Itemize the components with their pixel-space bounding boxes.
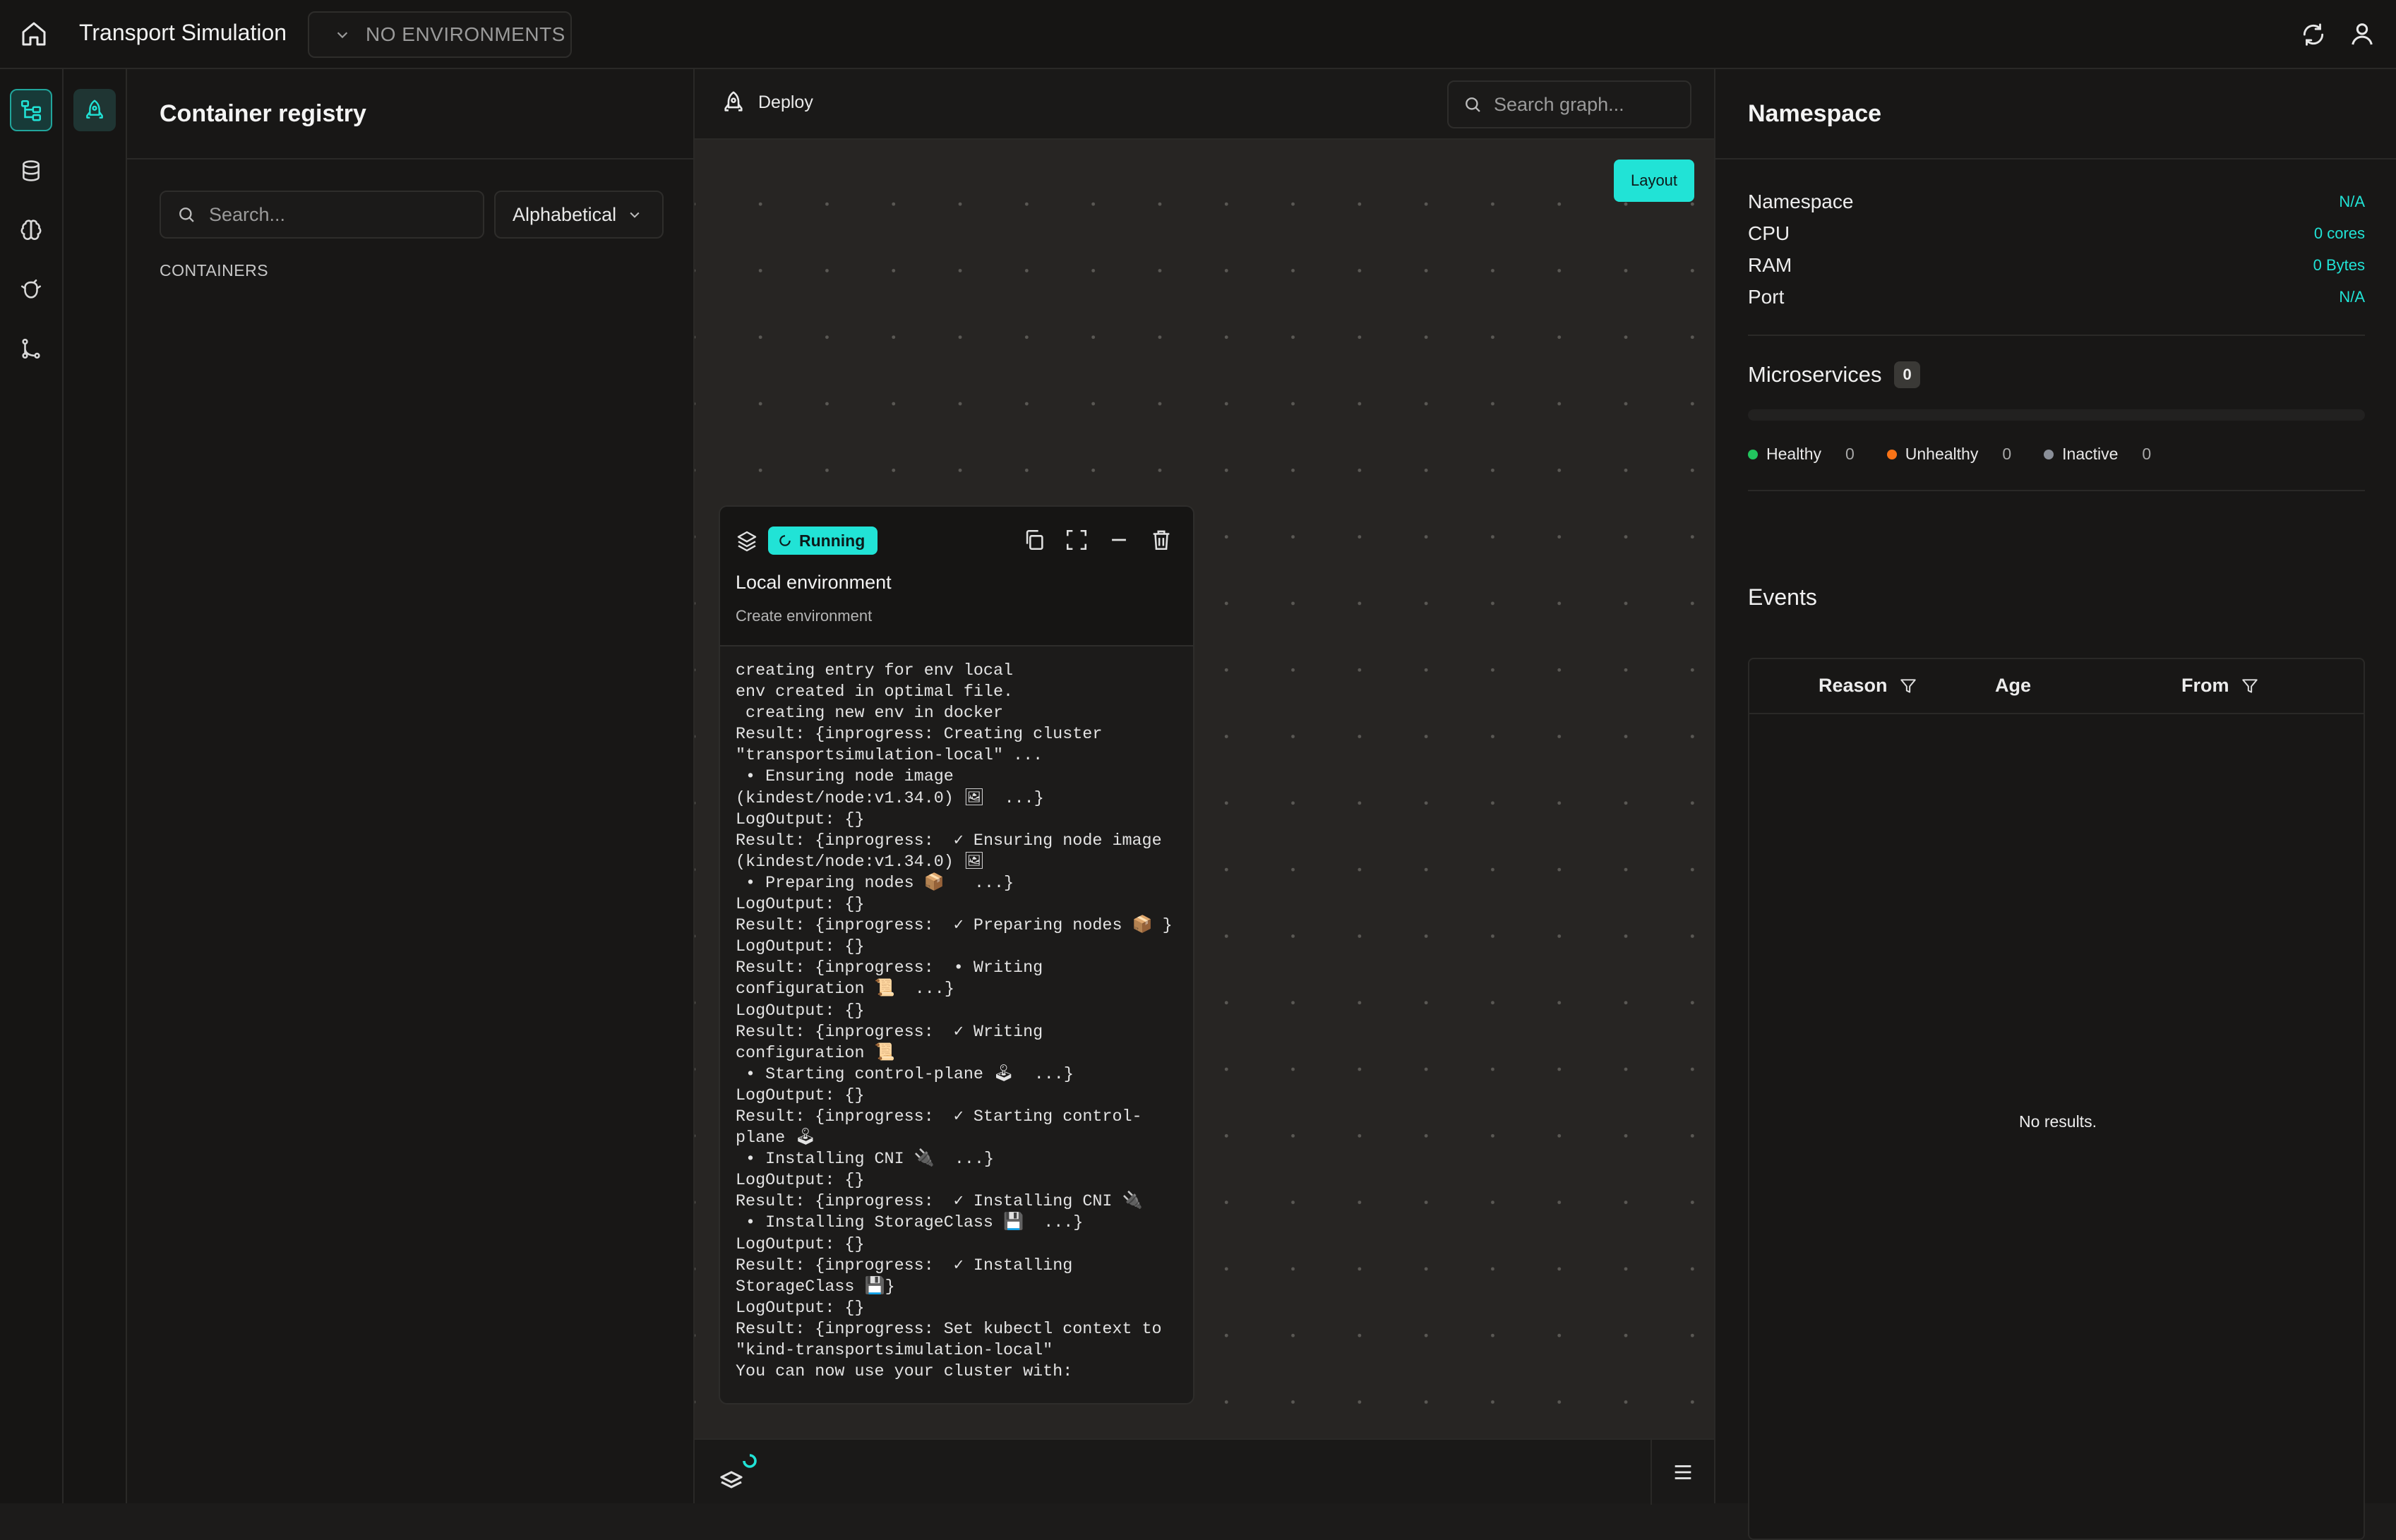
events-table: Reason Age From No results. — [1748, 658, 2365, 1540]
graph-search-placeholder: Search graph... — [1494, 93, 1624, 115]
legend-count: 0 — [2002, 445, 2012, 463]
refresh-icon[interactable] — [2300, 21, 2327, 48]
minimize-icon[interactable] — [1107, 528, 1131, 552]
status-badge: Running — [768, 527, 878, 555]
ram-field-row: RAM 0 Bytes — [1748, 254, 2365, 277]
rocket-icon[interactable] — [73, 89, 116, 131]
field-label: Namespace — [1748, 191, 1854, 212]
bug-icon[interactable] — [10, 268, 52, 311]
copy-icon[interactable] — [1022, 528, 1046, 552]
field-value: N/A — [2339, 193, 2365, 210]
microservices-legend: Healthy 0 Unhealthy 0 Inactive 0 — [1748, 445, 2151, 464]
filter-icon[interactable] — [2241, 677, 2259, 695]
legend-healthy: Healthy 0 — [1748, 445, 1855, 464]
cpu-field-row: CPU 0 cores — [1748, 222, 2365, 245]
secondary-rail — [64, 69, 127, 1503]
column-header-from[interactable]: From — [2181, 675, 2259, 697]
home-icon[interactable] — [20, 20, 48, 48]
search-icon — [1463, 95, 1482, 114]
divider — [1748, 490, 2365, 491]
database-icon[interactable] — [10, 150, 52, 192]
search-icon — [176, 205, 196, 224]
chevron-down-icon — [628, 207, 642, 222]
registry-search-placeholder: Search... — [209, 203, 286, 225]
environment-log-output: creating entry for env local env created… — [736, 662, 1173, 1382]
field-value: N/A — [2339, 288, 2365, 306]
menu-icon[interactable] — [1651, 1440, 1714, 1505]
environment-card-header: Running Local environment Create environ… — [720, 507, 1193, 646]
unhealthy-dot-icon — [1886, 449, 1897, 459]
microservices-title: Microservices — [1748, 362, 1882, 387]
microservices-count-badge: 0 — [1894, 361, 1920, 388]
graph-bottom-bar — [695, 1438, 1714, 1505]
namespace-panel: Namespace Namespace N/A CPU 0 cores RAM … — [1714, 69, 2396, 1540]
legend-inactive: Inactive 0 — [2044, 445, 2151, 464]
environment-selector[interactable]: NO ENVIRONMENTS — [308, 11, 572, 58]
git-branch-icon[interactable] — [10, 327, 52, 370]
events-title: Events — [1748, 584, 1817, 610]
graph-view-icon[interactable] — [10, 89, 52, 131]
legend-unhealthy: Unhealthy 0 — [1886, 445, 2012, 464]
column-header-reason[interactable]: Reason — [1819, 675, 1917, 697]
top-bar: Transport Simulation NO ENVIRONMENTS — [0, 0, 2396, 69]
legend-label: Inactive — [2062, 445, 2119, 463]
namespace-field-row: Namespace N/A — [1748, 191, 2365, 213]
field-value: 0 cores — [2313, 224, 2365, 242]
field-label: CPU — [1748, 222, 1790, 244]
column-label: From — [2181, 675, 2229, 696]
environment-card[interactable]: Running Local environment Create environ… — [719, 505, 1194, 1404]
registry-title: Container registry — [127, 69, 693, 160]
icon-rail — [0, 69, 64, 1503]
spinner-icon — [778, 534, 792, 548]
divider — [1748, 335, 2365, 336]
fullscreen-icon[interactable] — [1065, 528, 1089, 552]
filter-icon[interactable] — [1899, 677, 1917, 695]
inactive-dot-icon — [2044, 449, 2054, 459]
trash-icon[interactable] — [1149, 528, 1173, 552]
column-label: Age — [1995, 675, 2032, 696]
registry-search-input[interactable]: Search... — [160, 191, 484, 239]
status-badge-label: Running — [799, 531, 865, 550]
sort-select[interactable]: Alphabetical — [494, 191, 664, 239]
column-header-age[interactable]: Age — [1995, 675, 2031, 697]
layout-button[interactable]: Layout — [1614, 160, 1694, 202]
legend-count: 0 — [1845, 445, 1855, 463]
graph-toolbar: Deploy Search graph... — [695, 69, 1714, 140]
healthy-dot-icon — [1748, 449, 1758, 459]
column-label: Reason — [1819, 675, 1888, 696]
legend-label: Healthy — [1766, 445, 1821, 463]
empty-state-text: No results. — [2019, 1112, 2097, 1131]
environment-selector-label: NO ENVIRONMENTS — [366, 23, 565, 45]
container-registry-panel: Container registry Search... Alphabetica… — [127, 69, 695, 1503]
field-value: 0 Bytes — [2313, 256, 2365, 274]
brain-icon[interactable] — [10, 209, 52, 251]
layers-icon — [736, 529, 758, 552]
legend-count: 0 — [2142, 445, 2152, 463]
events-table-header: Reason Age From — [1749, 659, 2364, 714]
graph-search-input[interactable]: Search graph... — [1447, 80, 1691, 128]
layers-loading-icon[interactable] — [716, 1450, 761, 1495]
legend-label: Unhealthy — [1905, 445, 1979, 463]
sort-select-label: Alphabetical — [513, 203, 617, 225]
field-label: RAM — [1748, 254, 1792, 276]
deploy-button[interactable]: Deploy — [721, 90, 813, 114]
user-icon[interactable] — [2348, 20, 2376, 48]
containers-section-label: CONTAINERS — [160, 261, 269, 279]
environment-card-subtitle: Create environment — [736, 607, 873, 625]
namespace-panel-title: Namespace — [1715, 69, 2396, 160]
chevron-down-icon — [335, 27, 350, 42]
microservices-health-bar — [1748, 409, 2365, 421]
rocket-icon — [721, 90, 745, 114]
port-field-row: Port N/A — [1748, 286, 2365, 308]
microservices-heading: Microservices 0 — [1748, 361, 1920, 388]
deploy-button-label: Deploy — [758, 92, 813, 112]
environment-card-title: Local environment — [736, 572, 892, 593]
app-title: Transport Simulation — [79, 20, 287, 45]
field-label: Port — [1748, 286, 1785, 308]
